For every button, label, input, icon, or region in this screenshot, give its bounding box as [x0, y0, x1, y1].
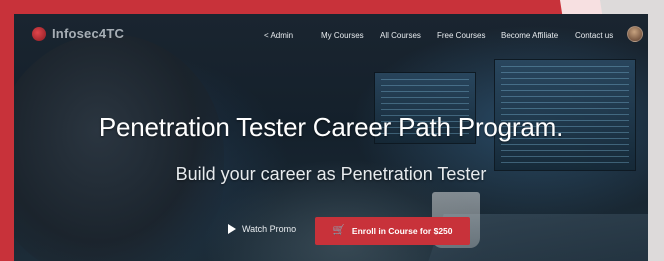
logo-icon [32, 26, 46, 41]
enroll-button[interactable]: 🛒 Enroll in Course for $250 [315, 217, 470, 245]
watch-promo-label: Watch Promo [242, 224, 297, 234]
nav-free-courses[interactable]: Free Courses [437, 31, 485, 40]
nav-admin[interactable]: < Admin [264, 31, 293, 40]
nav-my-courses[interactable]: My Courses [321, 31, 364, 40]
play-icon [228, 224, 236, 234]
cart-icon: 🛒 [332, 225, 345, 236]
top-navigation: Infosec4TC < Admin My Courses All Course… [14, 14, 648, 52]
enroll-button-label: Enroll in Course for $250 [351, 226, 453, 236]
brand-name: Infosec4TC [52, 26, 125, 41]
nav-all-courses[interactable]: All Courses [380, 31, 421, 40]
nav-contact-us[interactable]: Contact us [575, 31, 613, 40]
hero-screenshot: Infosec4TC < Admin My Courses All Course… [14, 14, 648, 261]
user-avatar[interactable] [627, 26, 643, 42]
hero-title: Penetration Tester Career Path Program. [98, 112, 564, 142]
hero-subtitle: Build your career as Penetration Tester [175, 164, 487, 184]
nav-become-affiliate[interactable]: Become Affiliate [501, 31, 558, 40]
brand-logo[interactable]: Infosec4TC [32, 26, 124, 41]
watch-promo-button[interactable]: Watch Promo [228, 224, 296, 234]
hooded-figure-background [14, 34, 224, 261]
